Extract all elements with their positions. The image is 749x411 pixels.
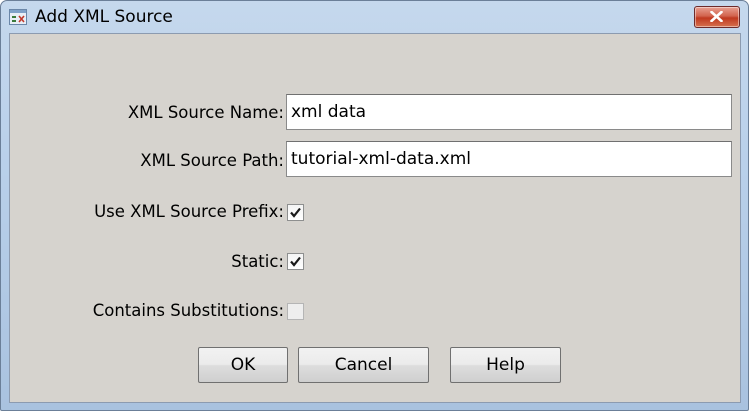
checkmark-icon (290, 256, 301, 267)
use-prefix-label: Use XML Source Prefix: (94, 202, 284, 221)
xml-source-name-label: XML Source Name: (127, 103, 284, 122)
xml-source-name-input[interactable] (286, 94, 732, 130)
cancel-button[interactable]: Cancel (298, 347, 429, 383)
close-button[interactable] (694, 6, 740, 28)
contains-substitutions-checkbox[interactable] (287, 303, 304, 320)
ok-button[interactable]: OK (198, 347, 288, 383)
window-title: Add XML Source (35, 7, 173, 27)
dialog-content: XML Source Name: XML Source Path: Use XM… (9, 33, 741, 403)
help-button[interactable]: Help (450, 347, 561, 383)
static-label: Static: (231, 252, 284, 271)
close-x-icon (710, 11, 723, 22)
use-prefix-checkbox[interactable] (287, 204, 304, 221)
title-bar[interactable]: Add XML Source (1, 1, 748, 31)
xml-source-path-label: XML Source Path: (140, 151, 284, 170)
xml-source-path-input[interactable] (286, 141, 732, 177)
dialog-window: Add XML Source XML Source Name: XML Sour… (0, 0, 749, 411)
contains-substitutions-label: Contains Substitutions: (92, 301, 284, 320)
xml-source-icon (9, 9, 27, 25)
static-checkbox[interactable] (287, 253, 304, 270)
checkmark-icon (290, 207, 301, 218)
